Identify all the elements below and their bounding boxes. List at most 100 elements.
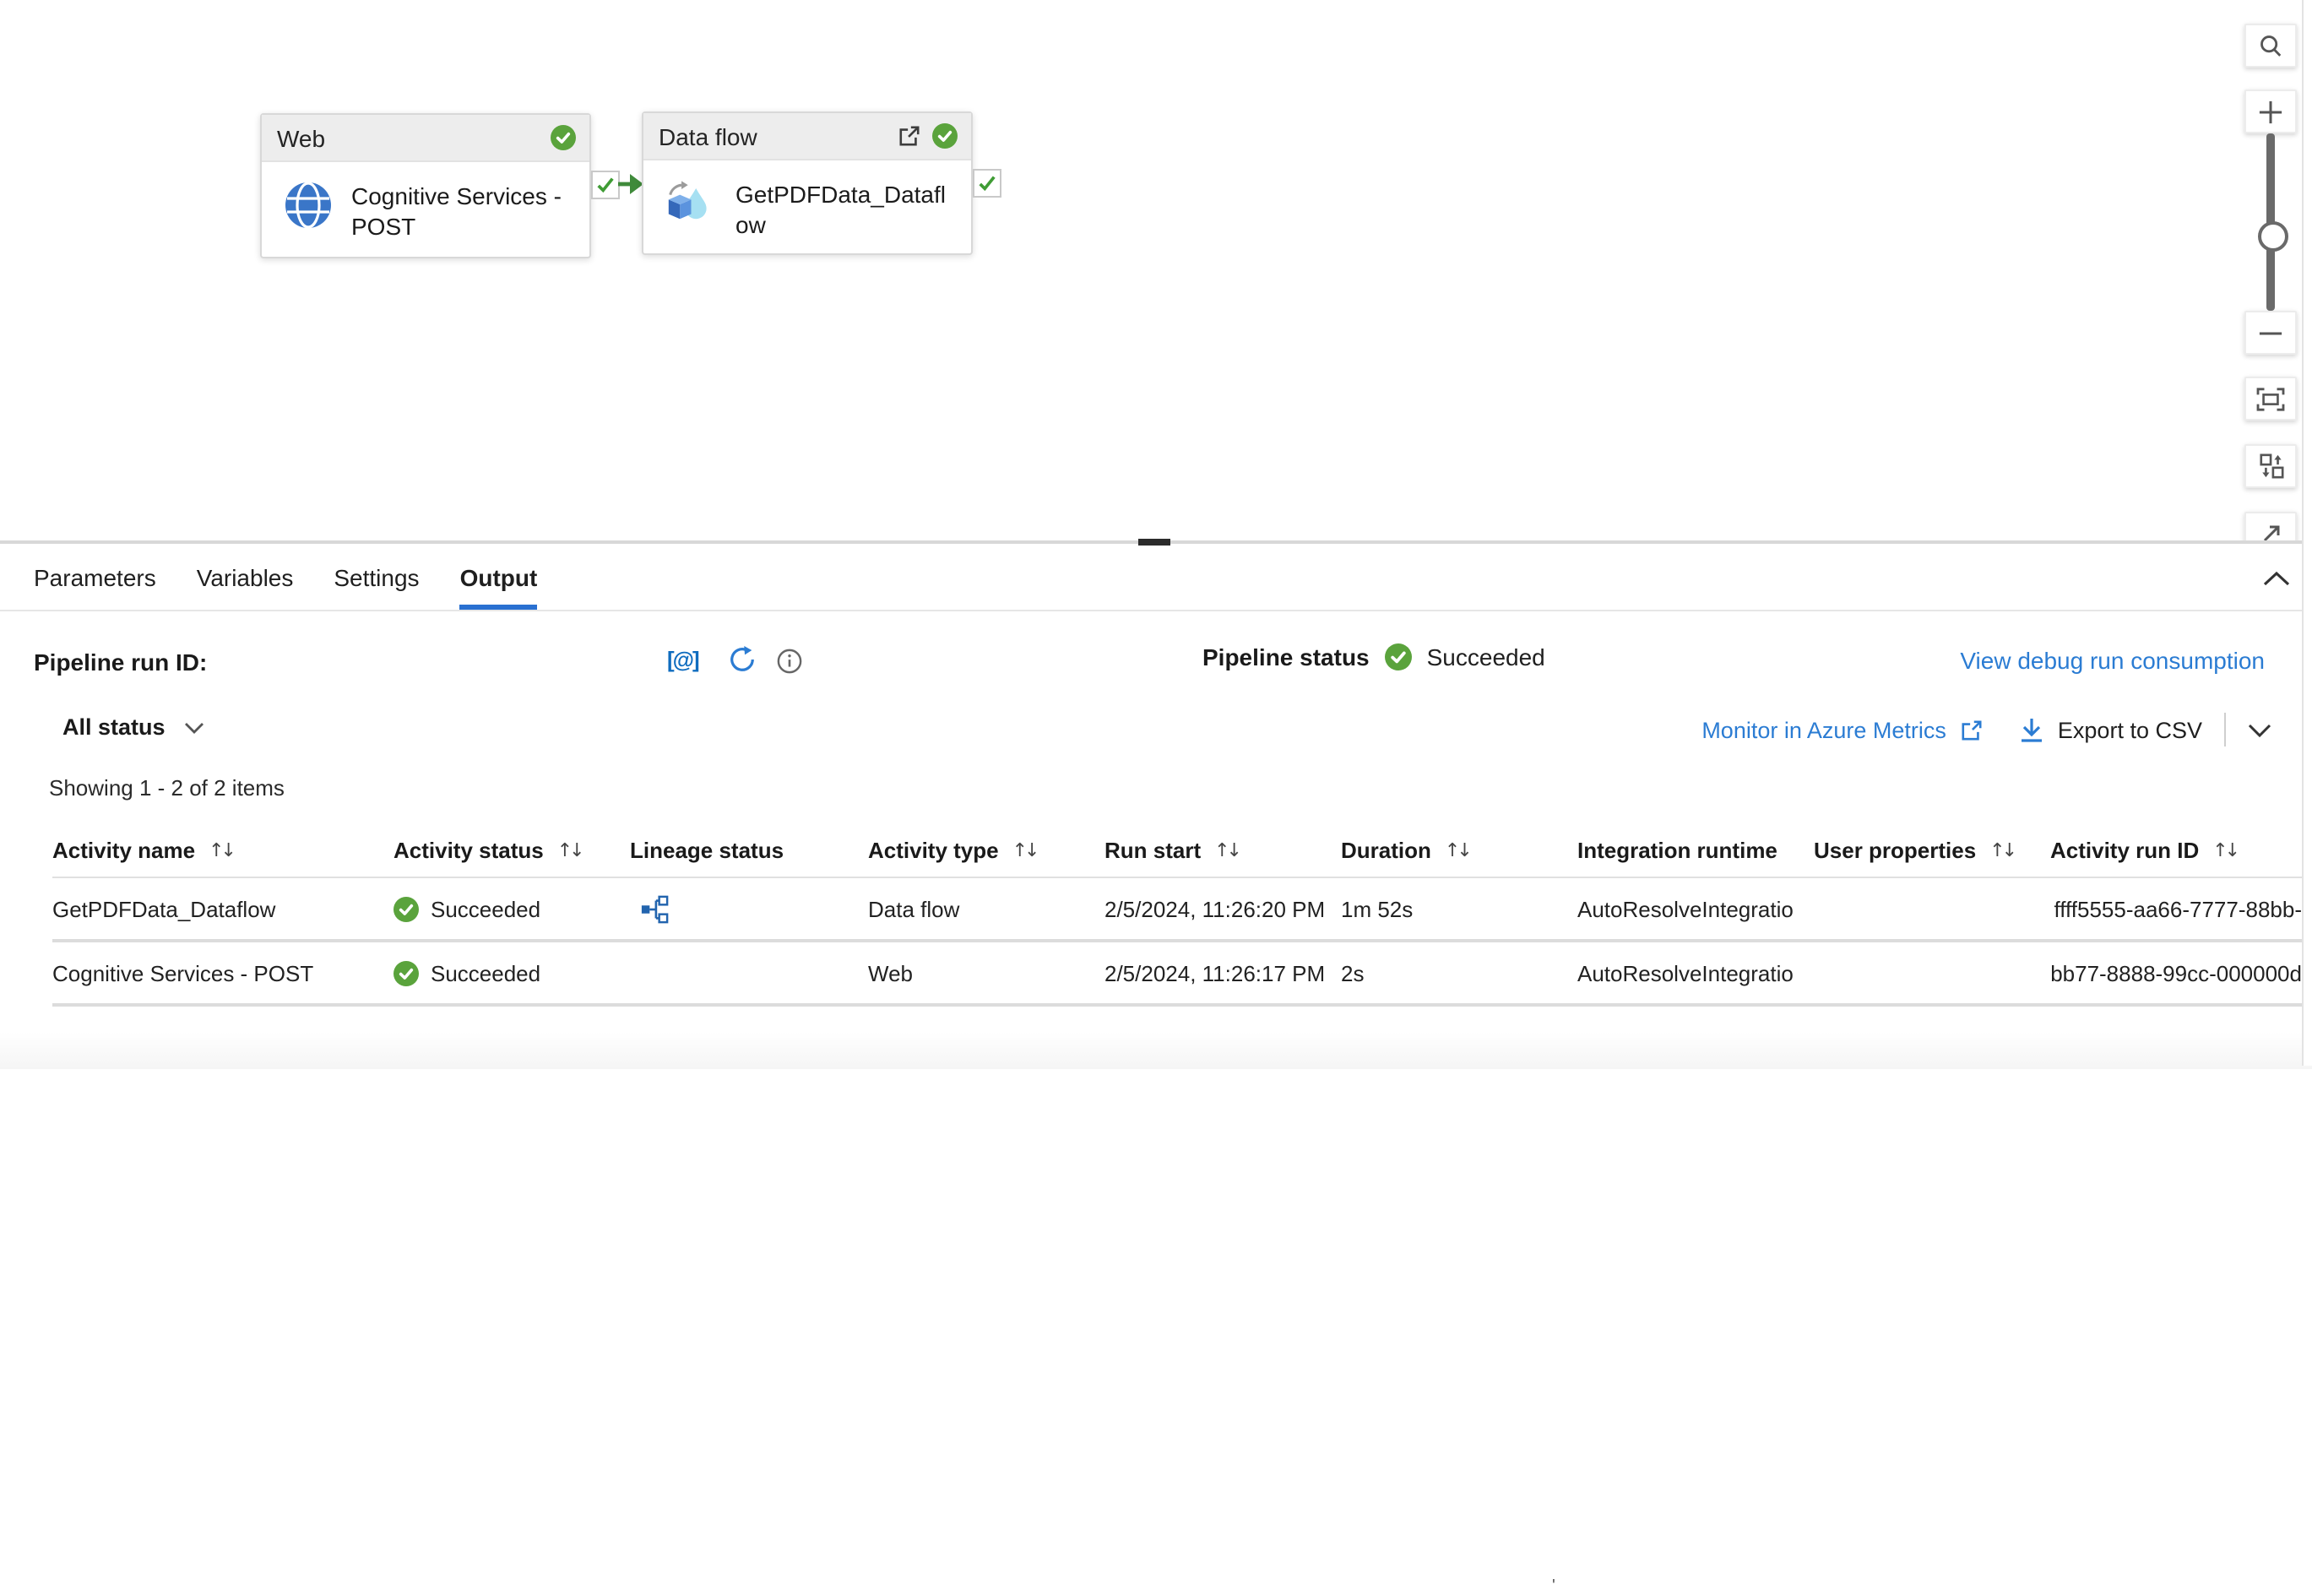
cell-activity-run-id: ffff5555-aa66-7777-88bb- xyxy=(2050,896,2312,921)
dataflow-output-succeeded-port[interactable] xyxy=(973,169,1001,198)
column-label: Activity type xyxy=(868,837,999,862)
cell-duration: 1m 52s xyxy=(1341,896,1577,921)
column-header-duration[interactable]: Duration ↑↓ xyxy=(1341,837,1577,862)
activity-type-label: Data flow xyxy=(659,122,887,149)
success-check-icon xyxy=(393,960,419,985)
refresh-icon xyxy=(728,645,757,674)
activity-node-dataflow-body: GetPDFData_Dataflow xyxy=(643,160,971,254)
zoom-out-button[interactable] xyxy=(2244,311,2297,355)
pipeline-status-group: Pipeline status Succeeded xyxy=(1202,643,1545,670)
web-output-succeeded-port[interactable] xyxy=(591,171,620,199)
column-header-user-properties[interactable]: User properties↑↓ xyxy=(1814,837,2050,862)
cell-activity-run-id: bb77-8888-99cc-000000d xyxy=(2050,960,2312,985)
zoom-in-button[interactable] xyxy=(2244,90,2297,133)
export-to-csv-button[interactable]: Export to CSV xyxy=(2021,717,2202,742)
tab-label: Parameters xyxy=(34,563,156,590)
cell-integration-runtime: AutoResolveIntegratio xyxy=(1577,960,1814,985)
open-in-new-icon[interactable] xyxy=(898,125,920,147)
check-icon xyxy=(596,176,615,194)
pipeline-canvas[interactable]: Web Cognitive Services - POST xyxy=(0,0,2312,540)
cell-activity-name[interactable]: Cognitive Services - POST xyxy=(52,960,393,985)
monitor-in-azure-metrics-link[interactable]: Monitor in Azure Metrics xyxy=(1701,717,1946,742)
cell-activity-status: Succeeded xyxy=(393,896,630,921)
table-row[interactable]: GetPDFData_Dataflow Succeeded Data flow … xyxy=(52,878,2312,942)
sort-icon[interactable]: ↑↓ xyxy=(1214,839,1239,860)
column-header-activity-type[interactable]: Activity type ↑↓ xyxy=(868,837,1104,862)
items-summary: Showing 1 - 2 of 2 items xyxy=(49,775,285,801)
tab-variables[interactable]: Variables xyxy=(197,544,294,610)
tab-label: Variables xyxy=(197,563,294,590)
success-check-icon xyxy=(1385,643,1412,670)
activity-name: GetPDFData_Dataflow xyxy=(735,179,958,241)
fit-to-screen-icon xyxy=(2256,386,2285,411)
column-label: Run start xyxy=(1104,837,1201,862)
tab-parameters[interactable]: Parameters xyxy=(34,544,156,610)
column-header-run-start[interactable]: Run start ↑↓ xyxy=(1104,837,1341,862)
sort-icon[interactable]: ↑↓ xyxy=(557,839,582,860)
auto-align-button[interactable] xyxy=(2244,444,2297,488)
column-label: Lineage status xyxy=(630,837,784,862)
chevron-down-icon xyxy=(184,720,204,734)
stray-mark: ' xyxy=(1552,1577,1555,1596)
sort-icon[interactable]: ↑↓ xyxy=(1012,839,1037,860)
activity-node-dataflow[interactable]: Data flow GetPDFData_Dataflow xyxy=(642,111,973,255)
tab-settings[interactable]: Settings xyxy=(334,544,419,610)
pipeline-output-panel: Parameters Variables Settings Output Pip… xyxy=(0,540,2312,1069)
column-header-lineage-status: Lineage status xyxy=(630,837,868,862)
dataflow-icon xyxy=(665,179,717,231)
cell-integration-runtime: AutoResolveIntegratio xyxy=(1577,896,1814,921)
scrollbar-gutter[interactable] xyxy=(2302,0,2312,1066)
download-icon xyxy=(2021,717,2044,742)
column-header-activity-status[interactable]: Activity status↑↓ xyxy=(393,837,630,862)
cell-run-start: 2/5/2024, 11:26:20 PM xyxy=(1104,896,1341,921)
search-button[interactable] xyxy=(2244,24,2297,68)
tab-output[interactable]: Output xyxy=(460,544,538,610)
activity-runs-table: Activity name ↑↓ Activity status↑↓ Lineag… xyxy=(0,822,2312,1007)
cell-run-start: 2/5/2024, 11:26:17 PM xyxy=(1104,960,1341,985)
activity-node-web-header: Web xyxy=(262,115,589,162)
sort-icon[interactable]: ↑↓ xyxy=(1989,839,2014,860)
fit-to-screen-button[interactable] xyxy=(2244,377,2297,421)
add-annotation-button[interactable]: [@] xyxy=(667,647,698,672)
status-filter-dropdown[interactable]: All status xyxy=(62,714,204,740)
info-icon xyxy=(777,649,802,674)
export-to-csv-label: Export to CSV xyxy=(2058,717,2202,742)
cell-lineage-status xyxy=(630,894,868,923)
column-label: Activity run ID xyxy=(2050,837,2199,862)
success-check-icon xyxy=(551,125,576,150)
zoom-slider[interactable] xyxy=(2244,133,2297,311)
cell-activity-name[interactable]: GetPDFData_Dataflow xyxy=(52,896,393,921)
table-body: GetPDFData_Dataflow Succeeded Data flow … xyxy=(52,878,2312,1007)
activity-node-web-body: Cognitive Services - POST xyxy=(262,162,589,256)
sort-icon[interactable]: ↑↓ xyxy=(209,839,233,860)
plus-icon xyxy=(2258,99,2283,124)
table-row[interactable]: Cognitive Services - POST Succeeded Web … xyxy=(52,942,2312,1007)
activity-status-text: Succeeded xyxy=(431,896,540,921)
activity-type-label: Web xyxy=(277,124,539,151)
refresh-button[interactable] xyxy=(728,645,757,674)
column-header-activity-run-id[interactable]: Activity run ID ↑↓ xyxy=(2050,837,2312,862)
zoom-slider-handle[interactable] xyxy=(2258,221,2288,252)
column-header-integration-runtime: Integration runtime xyxy=(1577,837,1814,862)
lineage-icon[interactable] xyxy=(640,894,669,923)
cell-lineage-status xyxy=(630,958,868,987)
success-check-icon xyxy=(932,123,958,149)
cell-activity-status: Succeeded xyxy=(393,960,630,985)
more-actions-button[interactable] xyxy=(2248,722,2271,737)
column-label: Duration xyxy=(1341,837,1431,862)
collapse-panel-button[interactable] xyxy=(2261,564,2292,591)
activity-node-web[interactable]: Web Cognitive Services - POST xyxy=(260,113,591,258)
column-header-activity-name[interactable]: Activity name ↑↓ xyxy=(52,837,393,862)
view-debug-run-consumption-link[interactable]: View debug run consumption xyxy=(1960,647,2265,674)
chevron-down-icon xyxy=(2248,722,2271,737)
table-header-row: Activity name ↑↓ Activity status↑↓ Lineag… xyxy=(52,822,2312,878)
active-tab-underline xyxy=(460,605,538,610)
sort-icon[interactable]: ↑↓ xyxy=(2212,839,2237,860)
column-label: Activity name xyxy=(52,837,195,862)
pipeline-status-label: Pipeline status xyxy=(1202,643,1370,670)
tab-label: Settings xyxy=(334,563,419,590)
column-label: Integration runtime xyxy=(1577,837,1777,862)
info-button[interactable] xyxy=(777,649,802,674)
activity-node-dataflow-header: Data flow xyxy=(643,113,971,160)
sort-icon[interactable]: ↑↓ xyxy=(1445,839,1469,860)
